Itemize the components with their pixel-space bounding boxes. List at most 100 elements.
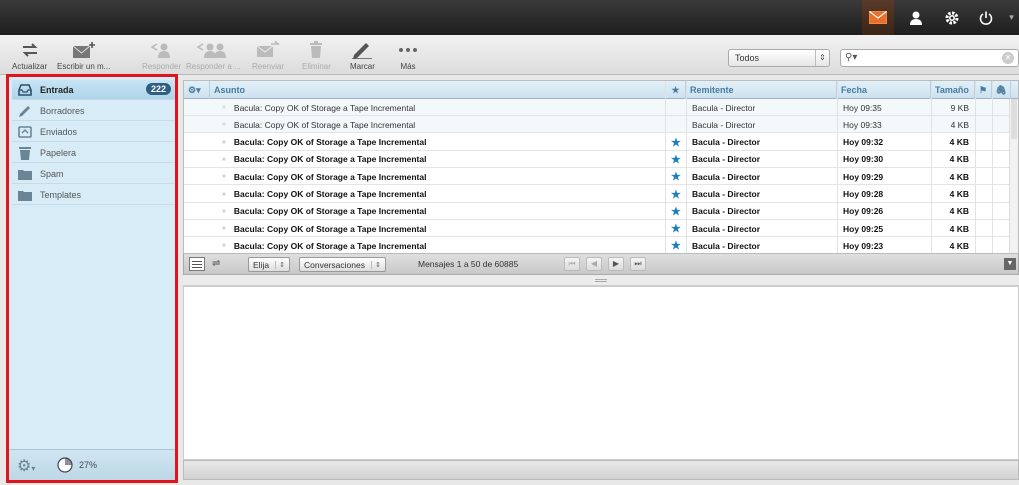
inbox-icon xyxy=(18,83,32,97)
forward-button[interactable]: Reenviar xyxy=(252,39,284,73)
list-options-gear-icon[interactable]: ⚙▾ xyxy=(184,81,210,99)
thread-bullet-icon: » xyxy=(222,121,226,129)
column-from[interactable]: Remitente xyxy=(686,81,837,99)
message-list-scrollbar[interactable] xyxy=(1009,99,1018,253)
star-icon: ★ xyxy=(671,240,681,253)
column-subject[interactable]: Asunto xyxy=(210,81,665,99)
flagged-star-icon[interactable]: ★ xyxy=(665,151,686,168)
search-input[interactable]: ⚲▾ ✕ xyxy=(840,49,1019,67)
table-row[interactable]: » Bacula: Copy OK of Storage a Tape Incre… xyxy=(184,203,1018,220)
folder-templates[interactable]: Templates xyxy=(12,185,175,205)
search-icon[interactable]: ⚲▾ xyxy=(845,52,857,63)
preview-splitter[interactable] xyxy=(183,275,1019,286)
table-row[interactable]: » Bacula: Copy OK of Storage a Tape Incre… xyxy=(184,116,1018,134)
column-attachment-icon[interactable]: 🖇 xyxy=(992,81,1011,99)
select-dropdown[interactable]: Elija ⇕ xyxy=(248,257,290,272)
column-divider xyxy=(837,81,838,253)
table-row[interactable]: » Bacula: Copy OK of Storage a Tape Incre… xyxy=(184,151,1018,168)
message-size: 4 KB xyxy=(950,119,969,130)
first-page-icon[interactable]: ⏮ xyxy=(564,257,580,271)
last-page-icon[interactable]: ⏭ xyxy=(630,257,646,271)
message-from: Bacula - Director xyxy=(692,137,761,148)
reply-all-label: Responder a ... xyxy=(186,62,241,71)
message-subject-cell[interactable]: » Bacula: Copy OK of Storage a Tape Incre… xyxy=(210,237,665,253)
collapse-preview-icon[interactable]: ▼ xyxy=(1004,258,1016,270)
message-subject-cell[interactable]: » Bacula: Copy OK of Storage a Tape Incre… xyxy=(210,220,665,237)
star-icon: ★ xyxy=(671,223,681,236)
table-row[interactable]: » Bacula: Copy OK of Storage a Tape Incre… xyxy=(184,186,1018,203)
previous-page-icon[interactable]: ◀ xyxy=(586,257,602,271)
refresh-button[interactable]: Actualizar xyxy=(12,39,47,73)
folder-icon xyxy=(18,188,32,202)
unflagged-star-icon[interactable] xyxy=(665,99,686,116)
message-subject-cell[interactable]: » Bacula: Copy OK of Storage a Tape Incre… xyxy=(210,168,665,185)
list-view-icon[interactable] xyxy=(189,257,205,271)
column-size[interactable]: Tamaño xyxy=(931,81,975,99)
message-size: 9 KB xyxy=(950,102,969,113)
message-from: Bacula - Director xyxy=(692,154,761,165)
flagged-star-icon[interactable]: ★ xyxy=(665,220,686,237)
flagged-star-icon[interactable]: ★ xyxy=(665,203,686,220)
table-row[interactable]: » Bacula: Copy OK of Storage a Tape Incre… xyxy=(184,220,1018,238)
top-menu-chevron-down-icon[interactable]: ▾ xyxy=(1004,0,1019,35)
column-flag-icon[interactable]: ⚑ xyxy=(975,81,992,99)
clear-search-icon[interactable]: ✕ xyxy=(1002,52,1014,64)
table-row[interactable]: » Bacula: Copy OK of Storage a Tape Incre… xyxy=(184,168,1018,186)
delete-button[interactable]: Eliminar xyxy=(302,39,331,73)
message-subject-cell[interactable]: » Bacula: Copy OK of Storage a Tape Incre… xyxy=(210,186,665,203)
more-button[interactable]: Más xyxy=(398,39,418,73)
table-row[interactable]: » Bacula: Copy OK of Storage a Tape Incre… xyxy=(184,237,1018,253)
message-date: Hoy 09:30 xyxy=(843,154,884,165)
reply-label: Responder xyxy=(142,62,182,71)
reply-button[interactable]: Responder xyxy=(142,39,181,73)
thread-bullet-icon: » xyxy=(222,104,226,111)
filter-select[interactable]: Todos ⇕ xyxy=(728,49,830,67)
column-date[interactable]: Fecha xyxy=(837,81,931,99)
message-size: 4 KB xyxy=(949,240,969,251)
message-subject-cell[interactable]: » Bacula: Copy OK of Storage a Tape Incre… xyxy=(210,151,665,168)
message-date: Hoy 09:29 xyxy=(843,171,884,182)
message-subject-cell[interactable]: » Bacula: Copy OK of Storage a Tape Incre… xyxy=(210,134,665,151)
flagged-star-icon[interactable]: ★ xyxy=(665,186,686,203)
message-subject-cell[interactable]: » Bacula: Copy OK of Storage a Tape Incre… xyxy=(210,203,665,220)
folder-trash[interactable]: Papelera xyxy=(12,143,175,163)
threads-toggle-icon[interactable]: ⇌ xyxy=(212,258,220,269)
flagged-star-icon[interactable]: ★ xyxy=(665,134,686,151)
column-divider xyxy=(931,81,932,253)
message-size: 4 KB xyxy=(949,223,969,234)
folder-inbox[interactable]: Entrada 222 xyxy=(12,80,175,100)
table-row[interactable]: » Bacula: Copy OK of Storage a Tape Incre… xyxy=(184,99,1018,116)
mark-button[interactable]: Marcar xyxy=(350,39,375,73)
flagged-star-icon[interactable]: ★ xyxy=(665,237,686,253)
column-divider xyxy=(686,81,687,253)
select-arrows-icon: ⇕ xyxy=(370,260,381,269)
mail-icon[interactable] xyxy=(862,0,894,35)
message-preview-pane xyxy=(183,286,1019,460)
gear-icon[interactable] xyxy=(936,0,968,35)
message-subject: Bacula: Copy OK of Storage a Tape Increm… xyxy=(233,154,427,165)
select-arrows-icon: ⇕ xyxy=(275,260,285,269)
column-flag-star-icon[interactable]: ★ xyxy=(665,81,686,99)
quota-text: 27% xyxy=(79,460,98,470)
reply-all-icon xyxy=(196,39,230,61)
flagged-star-icon[interactable]: ★ xyxy=(665,168,686,185)
message-list-header: ⚙▾ Asunto ★ Remitente Fecha Tamaño ⚑ 🖇 xyxy=(184,81,1018,99)
user-icon[interactable] xyxy=(900,0,932,35)
message-subject-cell[interactable]: » Bacula: Copy OK of Storage a Tape Incre… xyxy=(210,99,665,116)
compose-button[interactable]: Escribir un m... xyxy=(57,39,110,73)
thread-bullet-icon: » xyxy=(222,173,226,181)
folder-sent[interactable]: Enviados xyxy=(12,122,175,142)
table-row[interactable]: » Bacula: Copy OK of Storage a Tape Incre… xyxy=(184,134,1018,151)
next-page-icon[interactable]: ▶ xyxy=(608,257,624,271)
folder-drafts[interactable]: Borradores xyxy=(12,101,175,121)
unflagged-star-icon[interactable] xyxy=(665,116,686,133)
power-icon[interactable] xyxy=(970,0,1002,35)
view-mode-dropdown[interactable]: Conversaciones ⇕ xyxy=(299,257,386,272)
folder-settings-gear-icon[interactable]: ⚙▾ xyxy=(17,456,35,476)
message-date: Hoy 09:23 xyxy=(843,240,884,251)
scrollbar-thumb[interactable] xyxy=(1011,99,1017,139)
message-subject-cell[interactable]: » Bacula: Copy OK of Storage a Tape Incre… xyxy=(210,116,665,133)
reply-all-button[interactable]: Responder a ... xyxy=(186,39,241,73)
folder-spam[interactable]: Spam xyxy=(12,164,175,184)
message-subject: Bacula: Copy OK of Storage a Tape Increm… xyxy=(233,206,427,217)
